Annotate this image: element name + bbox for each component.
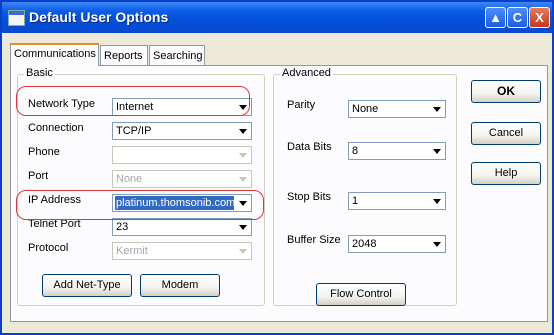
phone-select bbox=[112, 146, 252, 164]
connection-label: Connection bbox=[28, 122, 84, 134]
chevron-down-icon[interactable] bbox=[428, 101, 445, 117]
ok-button[interactable]: OK bbox=[471, 80, 541, 103]
buffer-size-label: Buffer Size bbox=[287, 234, 341, 246]
close-button[interactable]: X bbox=[529, 7, 550, 28]
ip-address-highlight bbox=[16, 190, 264, 220]
data-bits-select[interactable]: 8 bbox=[348, 142, 446, 160]
advanced-group: Advanced Parity None Data Bits 8 Stop Bi… bbox=[273, 67, 457, 306]
cancel-button[interactable]: Cancel bbox=[471, 122, 541, 145]
help-arrow-button[interactable]: ▲ bbox=[485, 7, 506, 28]
advanced-group-title: Advanced bbox=[280, 67, 333, 79]
stop-bits-label: Stop Bits bbox=[287, 191, 332, 203]
window-app-icon bbox=[8, 10, 25, 26]
data-bits-label: Data Bits bbox=[287, 141, 332, 153]
network-type-highlight bbox=[16, 86, 250, 116]
default-user-options-window: Default User Options ▲ C X Communication… bbox=[0, 0, 554, 335]
chevron-down-icon bbox=[234, 243, 251, 259]
parity-select[interactable]: None bbox=[348, 100, 446, 118]
chevron-down-icon bbox=[234, 147, 251, 163]
protocol-select: Kermit bbox=[112, 242, 252, 260]
protocol-value: Kermit bbox=[116, 245, 148, 257]
connection-value: TCP/IP bbox=[116, 125, 152, 137]
chevron-down-icon[interactable] bbox=[234, 123, 251, 139]
chevron-down-icon[interactable] bbox=[428, 236, 445, 252]
chevron-down-icon[interactable] bbox=[234, 219, 251, 235]
back-button[interactable]: C bbox=[507, 7, 528, 28]
stop-bits-select[interactable]: 1 bbox=[348, 192, 446, 210]
telnet-port-value: 23 bbox=[116, 221, 129, 233]
chevron-down-icon[interactable] bbox=[428, 143, 445, 159]
tab-communications[interactable]: Communications bbox=[10, 43, 99, 66]
connection-select[interactable]: TCP/IP bbox=[112, 122, 252, 140]
telnet-port-select[interactable]: 23 bbox=[112, 218, 252, 236]
tab-reports[interactable]: Reports bbox=[100, 45, 148, 65]
buffer-size-select[interactable]: 2048 bbox=[348, 235, 446, 253]
port-label: Port bbox=[28, 170, 49, 182]
stop-bits-value: 1 bbox=[352, 195, 359, 207]
port-value: None bbox=[116, 173, 143, 185]
phone-label: Phone bbox=[28, 146, 60, 158]
help-button[interactable]: Help bbox=[471, 162, 541, 185]
protocol-label: Protocol bbox=[28, 242, 69, 254]
flow-control-button[interactable]: Flow Control bbox=[316, 283, 406, 306]
modem-button[interactable]: Modem bbox=[140, 274, 220, 297]
parity-value: None bbox=[352, 103, 379, 115]
basic-group-title: Basic bbox=[24, 67, 55, 79]
tab-searching[interactable]: Searching bbox=[149, 45, 205, 65]
parity-label: Parity bbox=[287, 99, 316, 111]
chevron-down-icon[interactable] bbox=[428, 193, 445, 209]
title-bar[interactable]: Default User Options ▲ C X bbox=[2, 2, 552, 33]
chevron-down-icon bbox=[234, 171, 251, 187]
data-bits-value: 8 bbox=[352, 145, 359, 157]
window-title: Default User Options bbox=[29, 9, 169, 25]
port-select: None bbox=[112, 170, 252, 188]
buffer-size-value: 2048 bbox=[352, 238, 377, 250]
add-net-type-button[interactable]: Add Net-Type bbox=[42, 274, 132, 297]
